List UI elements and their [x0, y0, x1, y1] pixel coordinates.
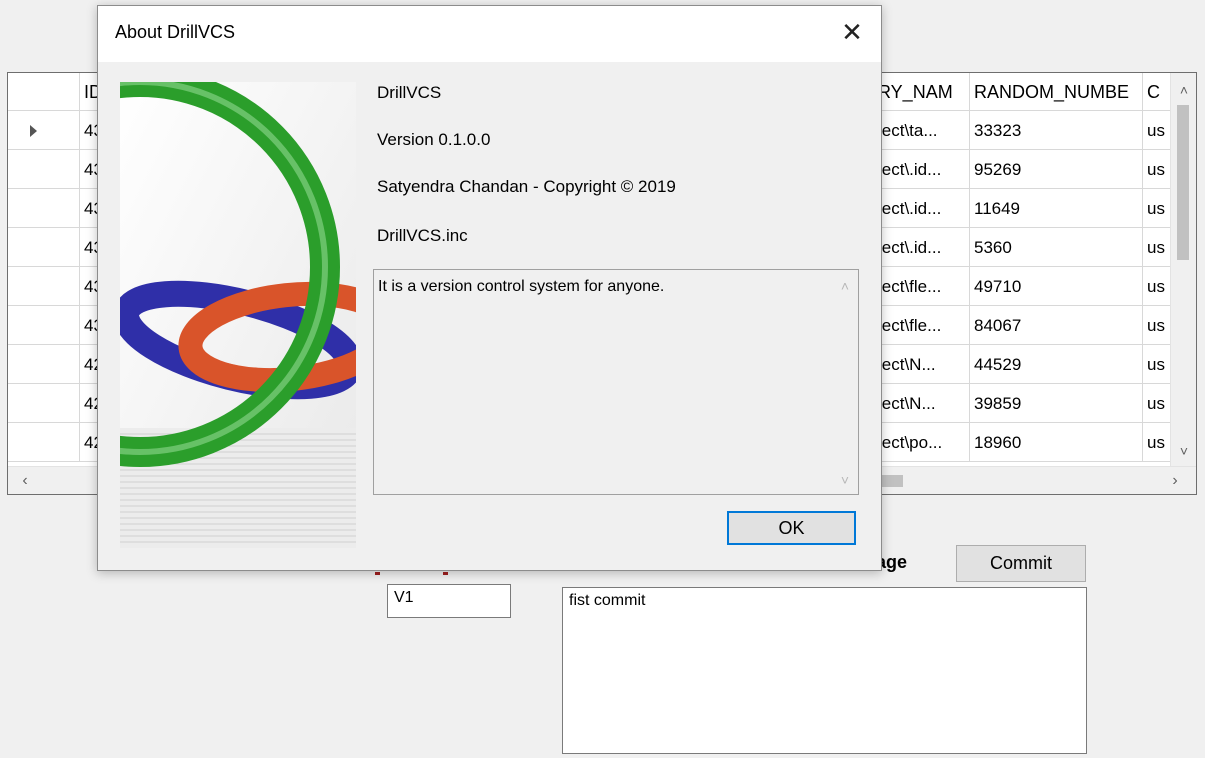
cell-random-number[interactable]: 33323 — [970, 111, 1143, 150]
description-text: It is a version control system for anyon… — [378, 278, 665, 295]
cell-c[interactable]: us — [1143, 384, 1173, 423]
grid-vertical-scrollbar[interactable]: ˄ ˅ — [1170, 73, 1196, 466]
cell-c[interactable]: us — [1143, 228, 1173, 267]
cell-c[interactable]: us — [1143, 306, 1173, 345]
scroll-thumb[interactable] — [1177, 105, 1189, 260]
cell-random-number[interactable]: 84067 — [970, 306, 1143, 345]
product-copyright: Satyendra Chandan - Copyright © 2019 — [377, 177, 676, 196]
dialog-title: About DrillVCS — [115, 22, 236, 42]
row-header[interactable] — [8, 111, 80, 150]
scroll-left-arrow-icon[interactable]: ‹ — [12, 467, 38, 495]
column-header-random-number[interactable]: RANDOM_NUMBE — [970, 73, 1143, 111]
row-header[interactable] — [8, 150, 80, 189]
row-header[interactable] — [8, 267, 80, 306]
cell-directory-name[interactable]: ject\fle... — [874, 306, 970, 345]
commit-button[interactable]: Commit — [956, 545, 1086, 582]
column-header-directory-name[interactable]: RY_NAM — [874, 73, 970, 111]
cell-random-number[interactable]: 18960 — [970, 423, 1143, 462]
cell-directory-name[interactable]: ject\N... — [874, 384, 970, 423]
scroll-right-arrow-icon[interactable]: › — [1162, 467, 1188, 495]
cell-c[interactable]: us — [1143, 111, 1173, 150]
cell-c[interactable]: us — [1143, 267, 1173, 306]
cell-c[interactable]: us — [1143, 189, 1173, 228]
product-version: Version 0.1.0.0 — [377, 130, 491, 149]
cell-random-number[interactable]: 95269 — [970, 150, 1143, 189]
ok-button[interactable]: OK — [727, 511, 856, 545]
row-header[interactable] — [8, 228, 80, 267]
version-input[interactable]: V1 — [387, 584, 511, 618]
cell-c[interactable]: us — [1143, 423, 1173, 462]
scroll-down-arrow-icon[interactable]: ˅ — [1171, 438, 1197, 464]
version-label-fragment — [375, 572, 455, 578]
cell-directory-name[interactable]: ject\N... — [874, 345, 970, 384]
scroll-down-arrow-icon[interactable]: ˅ — [832, 472, 858, 488]
scroll-up-arrow-icon[interactable]: ˄ — [832, 278, 858, 294]
cell-directory-name[interactable]: ject\po... — [874, 423, 970, 462]
grid-corner-header[interactable] — [8, 73, 80, 111]
cell-random-number[interactable]: 49710 — [970, 267, 1143, 306]
description-scrollbar[interactable]: ˄ ˅ — [832, 270, 858, 494]
description-textbox[interactable]: It is a version control system for anyon… — [373, 269, 859, 495]
cell-c[interactable]: us — [1143, 345, 1173, 384]
cell-directory-name[interactable]: ject\fle... — [874, 267, 970, 306]
product-name: DrillVCS — [377, 83, 442, 102]
column-header-c[interactable]: C — [1143, 73, 1173, 111]
row-header[interactable] — [8, 189, 80, 228]
cell-random-number[interactable]: 5360 — [970, 228, 1143, 267]
current-row-arrow-icon — [30, 125, 37, 137]
row-header[interactable] — [8, 384, 80, 423]
row-header[interactable] — [8, 306, 80, 345]
cell-directory-name[interactable]: ject\.id... — [874, 150, 970, 189]
product-logo-image — [0, 67, 402, 548]
cell-directory-name[interactable]: ject\.id... — [874, 189, 970, 228]
commit-message-input[interactable]: fist commit — [562, 587, 1087, 754]
company-name: DrillVCS.inc — [377, 226, 468, 245]
cell-directory-name[interactable]: ject\.id... — [874, 228, 970, 267]
cell-random-number[interactable]: 11649 — [970, 189, 1143, 228]
cell-c[interactable]: us — [1143, 150, 1173, 189]
cell-random-number[interactable]: 44529 — [970, 345, 1143, 384]
about-dialog: About DrillVCS ✕ DrillVCS Version 0.1.0.… — [0, 5, 882, 571]
close-icon[interactable]: ✕ — [833, 14, 871, 52]
cell-random-number[interactable]: 39859 — [970, 384, 1143, 423]
cell-directory-name[interactable]: ject\ta... — [874, 111, 970, 150]
dialog-titlebar: About DrillVCS ✕ — [98, 6, 881, 62]
row-header[interactable] — [8, 423, 80, 462]
row-header[interactable] — [8, 345, 80, 384]
scroll-up-arrow-icon[interactable]: ˄ — [1171, 77, 1197, 103]
